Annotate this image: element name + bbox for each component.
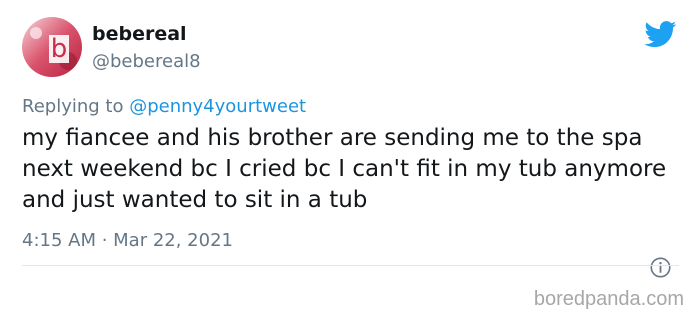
info-icon[interactable] xyxy=(650,257,671,278)
avatar-image: b xyxy=(22,17,82,77)
tweet-text: my fiancee and his brother are sending m… xyxy=(22,125,667,213)
replying-to-label: Replying to xyxy=(22,96,130,117)
replying-to: Replying to @penny4yourtweet xyxy=(22,95,306,119)
reply-mention-link[interactable]: @penny4yourtweet xyxy=(129,96,306,117)
avatar-letter: b xyxy=(51,34,68,64)
display-name[interactable]: bebereal xyxy=(92,22,187,46)
boredpanda-watermark: boredpanda.com xyxy=(533,288,684,310)
divider xyxy=(22,265,679,266)
tweet-timestamp[interactable]: 4:15 AM · Mar 22, 2021 xyxy=(22,229,233,253)
avatar[interactable]: b xyxy=(22,17,82,77)
user-handle[interactable]: @bebereal8 xyxy=(92,50,201,74)
twitter-bird-icon[interactable] xyxy=(644,21,677,48)
